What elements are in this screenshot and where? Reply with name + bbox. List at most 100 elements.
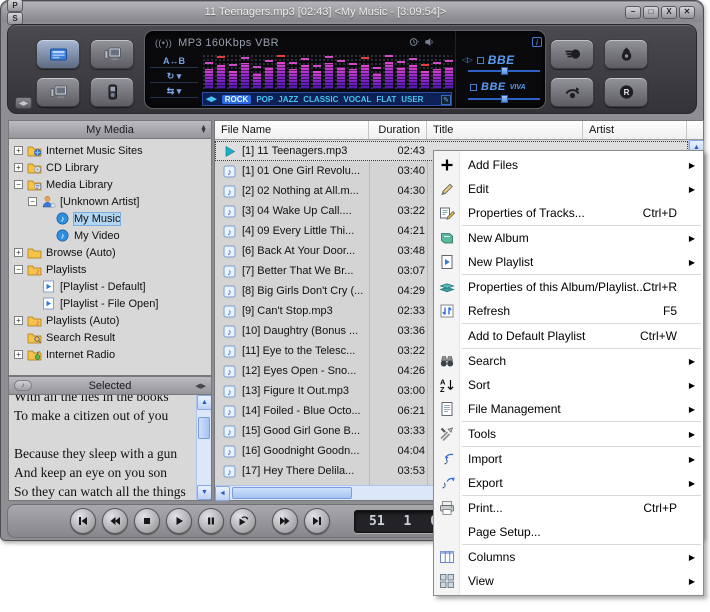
my-media-header[interactable]: My Media ▲ ▼ (8, 120, 212, 139)
tree-expander-icon[interactable]: − (14, 265, 23, 274)
close-button[interactable]: X (661, 5, 677, 19)
play-mode-button[interactable] (230, 508, 256, 534)
scroll-thumb[interactable] (198, 417, 210, 439)
menu-item-export[interactable]: ♪ Export ▶ (434, 471, 703, 495)
eq-preset-flat[interactable]: FLAT (376, 95, 396, 104)
column-header-file-name[interactable]: File Name (215, 121, 369, 139)
restore-button[interactable]: □ (643, 5, 659, 19)
column-header-duration[interactable]: Duration (369, 121, 427, 139)
menu-item-refresh[interactable]: Refresh F5 (434, 299, 703, 323)
tree-item-my-music[interactable]: ♪ My Music (9, 210, 211, 227)
portable-device-button[interactable] (90, 77, 134, 107)
menu-item-add-files[interactable]: Add Files ▶ (434, 153, 703, 177)
tree-item-internet-music-sites[interactable]: + Internet Music Sites (9, 142, 211, 159)
pause-button[interactable] (198, 508, 224, 534)
display-edit-icon[interactable]: ✎ (441, 95, 451, 105)
tree-expander-icon[interactable]: − (28, 197, 37, 206)
column-header-title[interactable]: Title (427, 121, 583, 139)
play-button[interactable] (166, 508, 192, 534)
visualization-window-button[interactable] (36, 77, 80, 107)
lyrics-scrollbar[interactable]: ▲ ▼ (196, 395, 211, 500)
tree-item-playlists[interactable]: − ♪ Playlists (9, 261, 211, 278)
bbe-viva-checkbox[interactable] (470, 83, 477, 91)
scroll-down-icon[interactable]: ▼ (197, 485, 211, 500)
tree-expander-icon[interactable]: + (14, 316, 23, 325)
minimize-button[interactable]: − (625, 5, 641, 19)
selected-nav-arrows-icon[interactable]: ◀▶ (195, 382, 206, 390)
menu-item-tools[interactable]: Tools ▶ (434, 422, 703, 446)
tree-expander-icon[interactable]: + (14, 350, 23, 359)
x-bass-button[interactable] (604, 39, 648, 69)
menu-item-import[interactable]: ♪ Import ▶ (434, 447, 703, 471)
record-button[interactable]: R (604, 77, 648, 107)
forward-button[interactable] (272, 508, 298, 534)
speaker-icon[interactable] (424, 37, 435, 47)
menu-item-page-setup[interactable]: Page Setup... (434, 520, 703, 544)
submenu-arrow-icon: ▶ (688, 184, 695, 194)
menu-item-add-to-default-playlist[interactable]: Add to Default Playlist Ctrl+W (434, 324, 703, 348)
scroll-left-icon[interactable]: ◄ (215, 486, 230, 501)
tree-item-media-library[interactable]: − Media Library (9, 176, 211, 193)
eq-preset-vocal[interactable]: VOCAL (343, 95, 371, 104)
menu-item-view[interactable]: View ▶ (434, 569, 703, 593)
tree-item-internet-radio[interactable]: + Internet Radio (9, 346, 211, 363)
repeat-mode-button[interactable]: ↻ ▾ (150, 70, 198, 83)
time-mode-icon[interactable] (409, 37, 420, 47)
bbe-checkbox[interactable] (476, 56, 484, 64)
bbe-viva-slider[interactable] (468, 95, 540, 103)
tree-item-playlist-file-open[interactable]: [Playlist - File Open] (9, 295, 211, 312)
exit-button[interactable]: ✕ (679, 5, 695, 19)
preset-scroll-arrows-icon[interactable]: ◀▶ (206, 95, 217, 103)
crossfade-button[interactable] (550, 77, 594, 107)
tree-item-playlists-auto[interactable]: + ♪ Playlists (Auto) (9, 312, 211, 329)
menu-item-properties-of-this-album-playlist[interactable]: Properties of this Album/Playlist... Ctrl… (434, 275, 703, 299)
sound-effect-button[interactable] (550, 39, 594, 69)
counter-index: 1 (403, 513, 412, 529)
scroll-up-icon[interactable]: ▲ (197, 395, 211, 410)
info-icon[interactable]: i (532, 37, 542, 47)
audio-file-icon: ♪ (223, 285, 236, 297)
tree-item-playlist-default[interactable]: [Playlist - Default] (9, 278, 211, 295)
menu-item-edit[interactable]: Edit ▶ (434, 177, 703, 201)
eq-preset-user[interactable]: USER (401, 95, 423, 104)
menu-item-new-album[interactable]: New Album ▶ (434, 226, 703, 250)
playlist-window-button[interactable] (36, 39, 80, 69)
eq-preset-rock[interactable]: ROCK (221, 94, 252, 104)
tree-expander-icon[interactable]: + (14, 163, 23, 172)
preset-button[interactable]: P (7, 0, 23, 12)
tree-item-unknown-artist[interactable]: − [Unknown Artist] (9, 193, 211, 210)
menu-item-file-management[interactable]: File Management ▶ (434, 397, 703, 421)
scroll-thumb[interactable] (232, 487, 352, 499)
column-header-artist[interactable]: Artist (583, 121, 687, 139)
tree-expander-icon[interactable]: + (14, 146, 23, 155)
ab-repeat-button[interactable]: A↔B (150, 55, 198, 68)
menu-item-columns[interactable]: Columns ▶ (434, 545, 703, 569)
tree-expander-icon[interactable]: − (14, 180, 23, 189)
tree-item-browse-auto[interactable]: + Browse (Auto) (9, 244, 211, 261)
bbe-slider[interactable] (468, 67, 540, 75)
video-window-button[interactable] (90, 39, 134, 69)
rewind-button[interactable] (102, 508, 128, 534)
menu-item-sort[interactable]: A Z Sort ▶ (434, 373, 703, 397)
eq-preset-pop[interactable]: POP (256, 95, 273, 104)
sort-arrows-icon[interactable]: ▲ ▼ (200, 124, 207, 135)
menu-item-print[interactable]: Print... Ctrl+P (434, 496, 703, 520)
bbe-toggle-arrows-icon[interactable]: ◁▷ (462, 56, 473, 64)
tree-item-cd-library[interactable]: + CD Library (9, 159, 211, 176)
shuffle-mode-button[interactable]: ⇆ ▾ (150, 85, 198, 98)
panel-collapse-button[interactable]: ◀▶ (15, 97, 32, 109)
tree-item-search-result[interactable]: Search Result (9, 329, 211, 346)
tree-expander-icon[interactable]: + (14, 248, 23, 257)
menu-item-search[interactable]: Search ▶ (434, 349, 703, 373)
eq-preset-classic[interactable]: CLASSIC (303, 95, 338, 104)
previous-button[interactable] (70, 508, 96, 534)
selected-header[interactable]: ♪ Selected ◀▶ (8, 376, 212, 395)
next-button[interactable] (304, 508, 330, 534)
title-bar[interactable]: PS 11 Teenagers.mp3 [02:43] <My Music - … (2, 0, 702, 25)
analyzer-bar (265, 67, 273, 89)
stop-button[interactable] (134, 508, 160, 534)
menu-item-properties-of-tracks[interactable]: Properties of Tracks... Ctrl+D (434, 201, 703, 225)
menu-item-new-playlist[interactable]: New Playlist ▶ (434, 250, 703, 274)
eq-preset-jazz[interactable]: JAZZ (278, 95, 298, 104)
tree-item-my-video[interactable]: ♪ My Video (9, 227, 211, 244)
